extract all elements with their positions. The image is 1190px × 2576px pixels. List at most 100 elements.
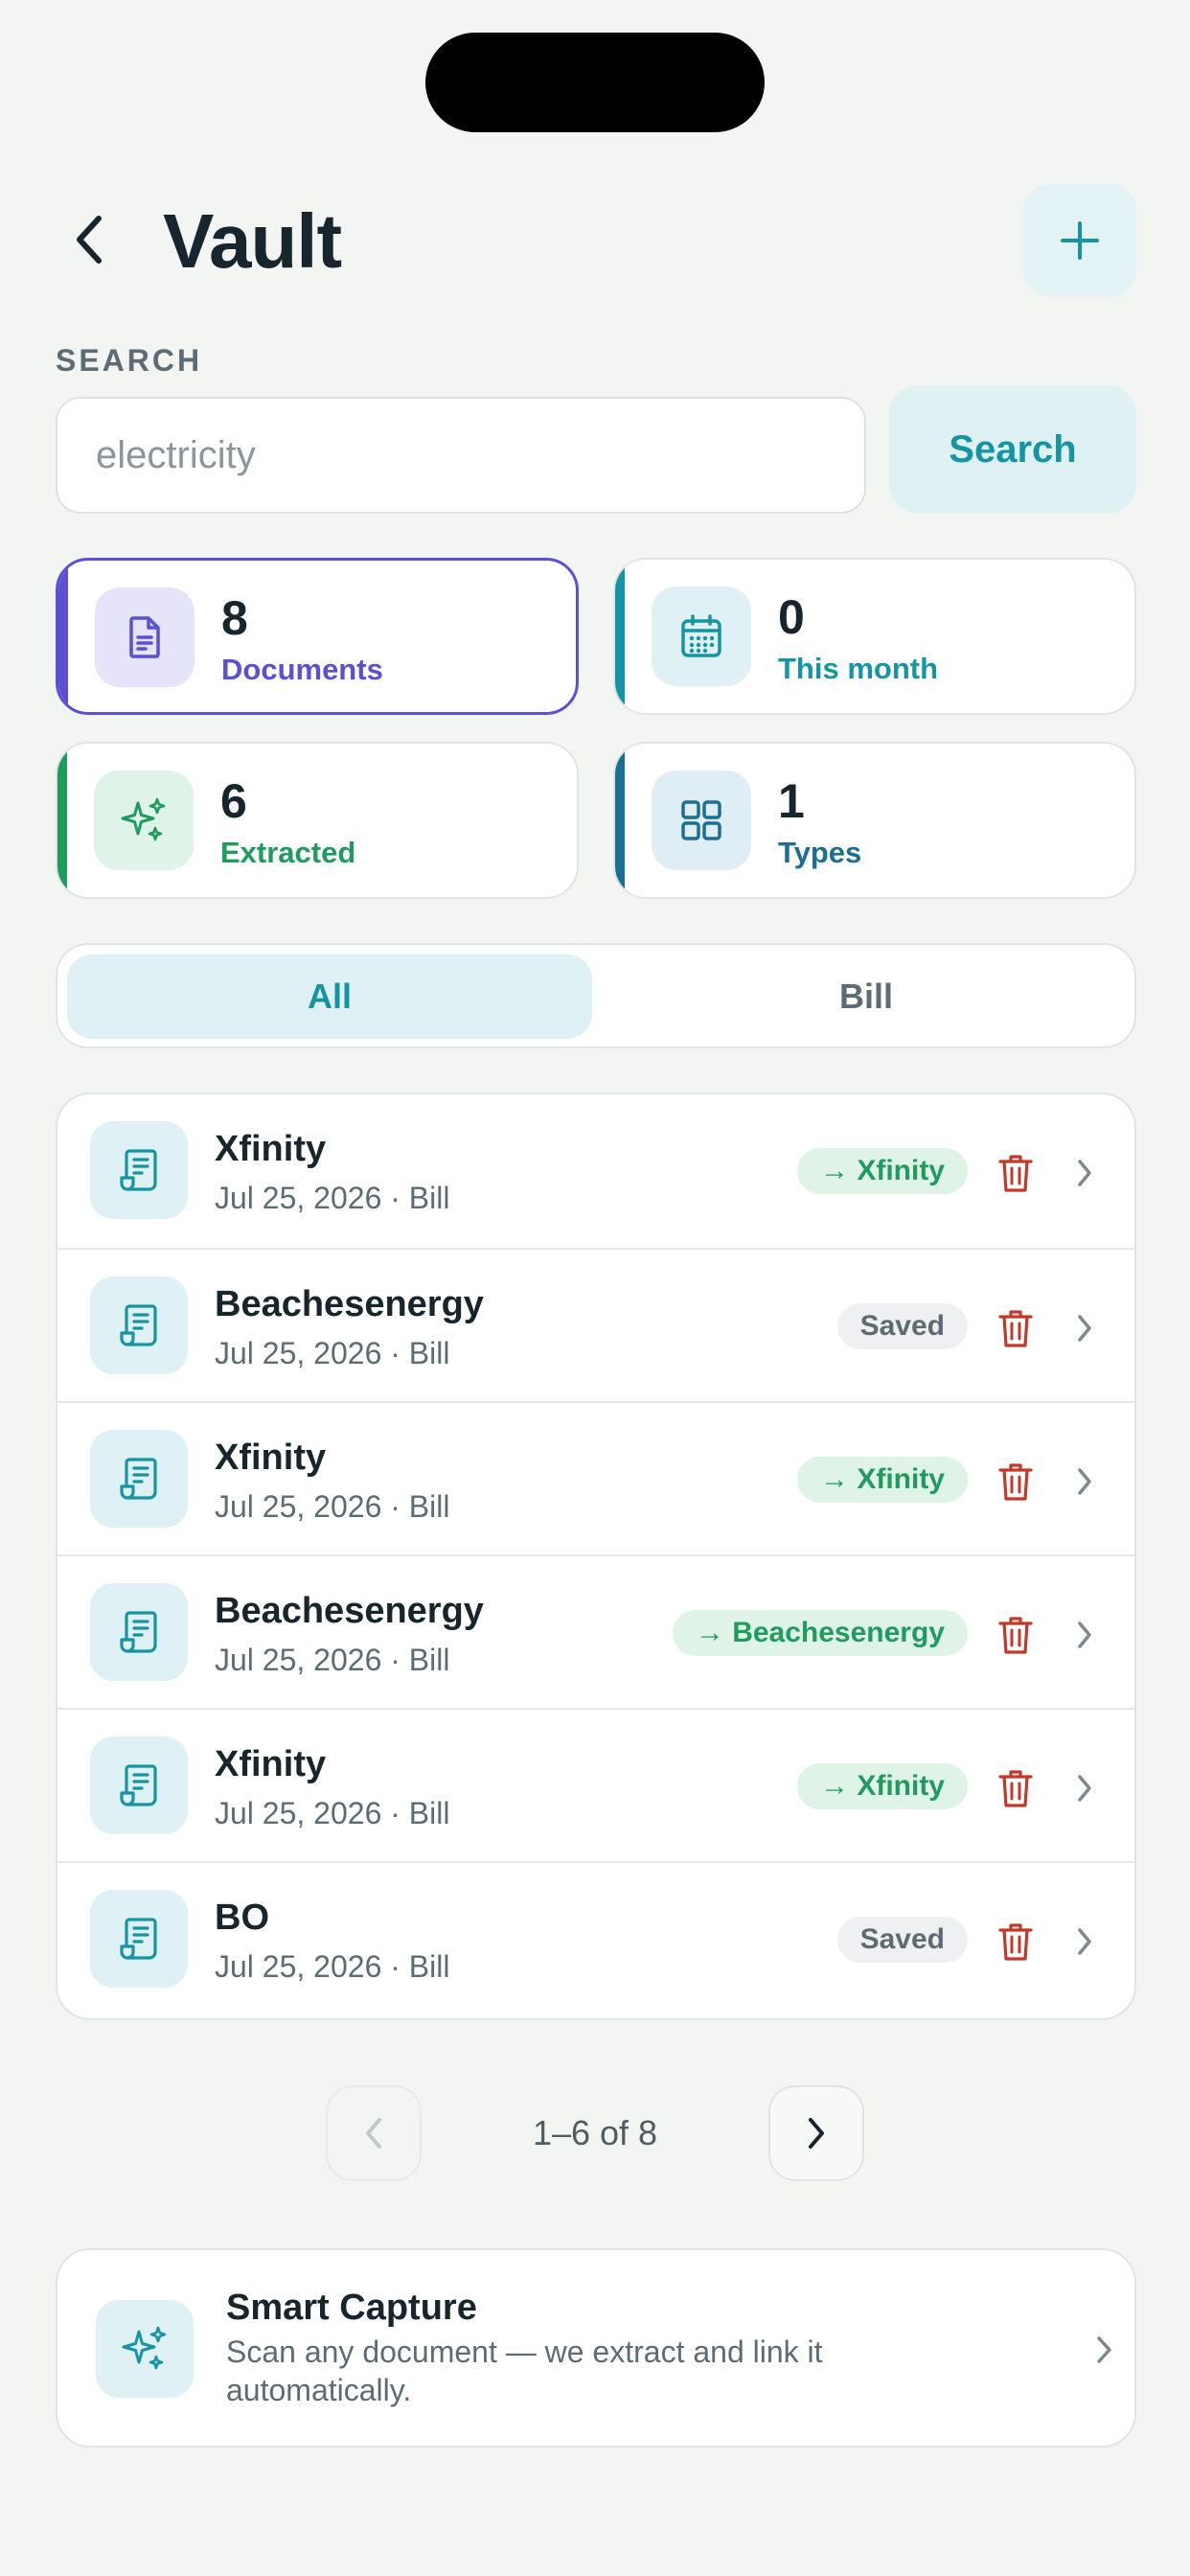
stat-value: 6: [220, 774, 247, 828]
delete-button[interactable]: [991, 1763, 1041, 1813]
next-page-button[interactable]: [768, 2085, 864, 2181]
stat-card-extracted[interactable]: 6 Extracted: [56, 742, 579, 899]
document-thumb: [90, 1583, 188, 1681]
open-document-button[interactable]: [1060, 1917, 1110, 1966]
open-document-button[interactable]: [1060, 1763, 1110, 1813]
document-meta: Jul 25, 2026 · Bill: [215, 1489, 450, 1524]
document-row[interactable]: Beachesenergy Jul 25, 2026 · Bill → Beache…: [57, 1554, 1134, 1708]
document-name: BO: [215, 1898, 269, 1938]
chevron-right-icon: [1078, 1928, 1091, 1955]
vault-screen: Vault SEARCH Search 8 Documents: [0, 0, 1190, 2576]
chevron-right-icon: [809, 2118, 824, 2149]
trash-icon: [998, 1923, 1033, 1961]
trash-icon: [998, 1463, 1033, 1501]
open-document-button[interactable]: [1060, 1148, 1110, 1198]
chevron-right-icon: [1078, 1622, 1091, 1648]
filter-all[interactable]: All: [67, 954, 592, 1039]
smart-capture-title: Smart Capture: [226, 2288, 477, 2328]
dynamic-island: [425, 33, 765, 132]
document-thumb: [90, 1121, 188, 1219]
chevron-right-icon: [1078, 1775, 1091, 1802]
previous-page-button[interactable]: [326, 2085, 422, 2181]
receipt-icon: [120, 1918, 157, 1960]
grid-icon: [681, 800, 721, 840]
document-name: Xfinity: [215, 1744, 327, 1784]
open-document-button[interactable]: [1060, 1303, 1110, 1353]
stat-card-types[interactable]: 1 Types: [613, 742, 1136, 899]
document-meta: Jul 25, 2026 · Bill: [215, 1181, 450, 1215]
document-thumb: [90, 1430, 188, 1528]
status-badge: → Beachesenergy: [672, 1610, 968, 1656]
document-name: Beachesenergy: [215, 1284, 484, 1324]
stat-value: 0: [778, 590, 805, 644]
stat-card-documents[interactable]: 8 Documents: [56, 558, 579, 715]
delete-button[interactable]: [991, 1917, 1041, 1966]
document-meta: Jul 25, 2026 · Bill: [215, 1949, 450, 1984]
search-label: SEARCH: [56, 343, 203, 378]
document-name: Xfinity: [215, 1129, 327, 1169]
receipt-icon: [120, 1149, 157, 1191]
document-meta: Jul 25, 2026 · Bill: [215, 1796, 450, 1830]
trash-icon: [998, 1155, 1033, 1192]
stat-value: 8: [221, 591, 248, 645]
document-icon: [129, 616, 160, 658]
type-filter: All Bill: [56, 943, 1136, 1048]
search-button[interactable]: Search: [889, 385, 1136, 514]
search-input[interactable]: [56, 397, 866, 514]
page-title: Vault: [163, 198, 342, 284]
status-badge: Saved: [836, 1303, 968, 1349]
sparkles-icon: [122, 2326, 167, 2370]
plus-icon: [1061, 221, 1099, 260]
document-thumb: [90, 1736, 188, 1834]
trash-icon: [998, 1770, 1033, 1807]
chevron-left-icon: [77, 216, 102, 264]
delete-button[interactable]: [991, 1457, 1041, 1506]
trash-icon: [998, 1617, 1033, 1654]
stat-value: 1: [778, 774, 805, 828]
chevron-right-icon: [1078, 1468, 1091, 1495]
document-row[interactable]: Beachesenergy Jul 25, 2026 · Bill Saved: [57, 1248, 1134, 1401]
open-document-button[interactable]: [1060, 1610, 1110, 1660]
document-meta: Jul 25, 2026 · Bill: [215, 1643, 450, 1677]
document-meta: Jul 25, 2026 · Bill: [215, 1336, 450, 1370]
document-row[interactable]: BO Jul 25, 2026 · Bill Saved: [57, 1861, 1134, 2014]
add-document-button[interactable]: [1023, 184, 1136, 297]
pagination-status: 1–6 of 8: [532, 2113, 658, 2152]
document-row[interactable]: Xfinity Jul 25, 2026 · Bill → Xfinity: [57, 1401, 1134, 1554]
status-badge: → Xfinity: [796, 1457, 968, 1503]
receipt-icon: [120, 1611, 157, 1653]
document-thumb: [90, 1276, 188, 1374]
document-row[interactable]: Xfinity Jul 25, 2026 · Bill → Xfinity: [57, 1094, 1134, 1248]
document-name: Xfinity: [215, 1438, 327, 1478]
receipt-icon: [120, 1764, 157, 1806]
smart-capture-description: Scan any document — we extract and link …: [226, 2334, 823, 2407]
stat-label: Extracted: [220, 836, 356, 869]
document-name: Beachesenergy: [215, 1591, 484, 1631]
sparkles-icon: [121, 797, 166, 841]
delete-button[interactable]: [991, 1148, 1041, 1198]
filter-bill[interactable]: Bill: [604, 954, 1129, 1039]
delete-button[interactable]: [991, 1610, 1041, 1660]
stat-label: Types: [778, 836, 862, 869]
document-row[interactable]: Xfinity Jul 25, 2026 · Bill → Xfinity: [57, 1708, 1134, 1861]
status-badge: → Xfinity: [796, 1763, 968, 1809]
delete-button[interactable]: [991, 1303, 1041, 1353]
receipt-icon: [120, 1304, 157, 1346]
document-list: Xfinity Jul 25, 2026 · Bill → Xfinity Beach…: [56, 1092, 1136, 2020]
open-document-button[interactable]: [1060, 1457, 1110, 1506]
back-button[interactable]: [56, 203, 123, 276]
stat-label: Documents: [221, 653, 383, 686]
receipt-icon: [120, 1458, 157, 1500]
calendar-icon: [681, 614, 721, 657]
chevron-right-icon: [1097, 2336, 1111, 2363]
chevron-left-icon: [366, 2118, 381, 2149]
chevron-right-icon: [1078, 1315, 1091, 1342]
stat-label: This month: [778, 652, 939, 685]
status-badge: → Xfinity: [796, 1148, 968, 1194]
stat-card-this-month[interactable]: 0 This month: [613, 558, 1136, 715]
document-thumb: [90, 1890, 188, 1988]
chevron-right-icon: [1078, 1160, 1091, 1186]
smart-capture-card[interactable]: Smart Capture Scan any document — we ext…: [56, 2248, 1136, 2448]
trash-icon: [998, 1310, 1033, 1347]
status-badge: Saved: [836, 1917, 968, 1963]
